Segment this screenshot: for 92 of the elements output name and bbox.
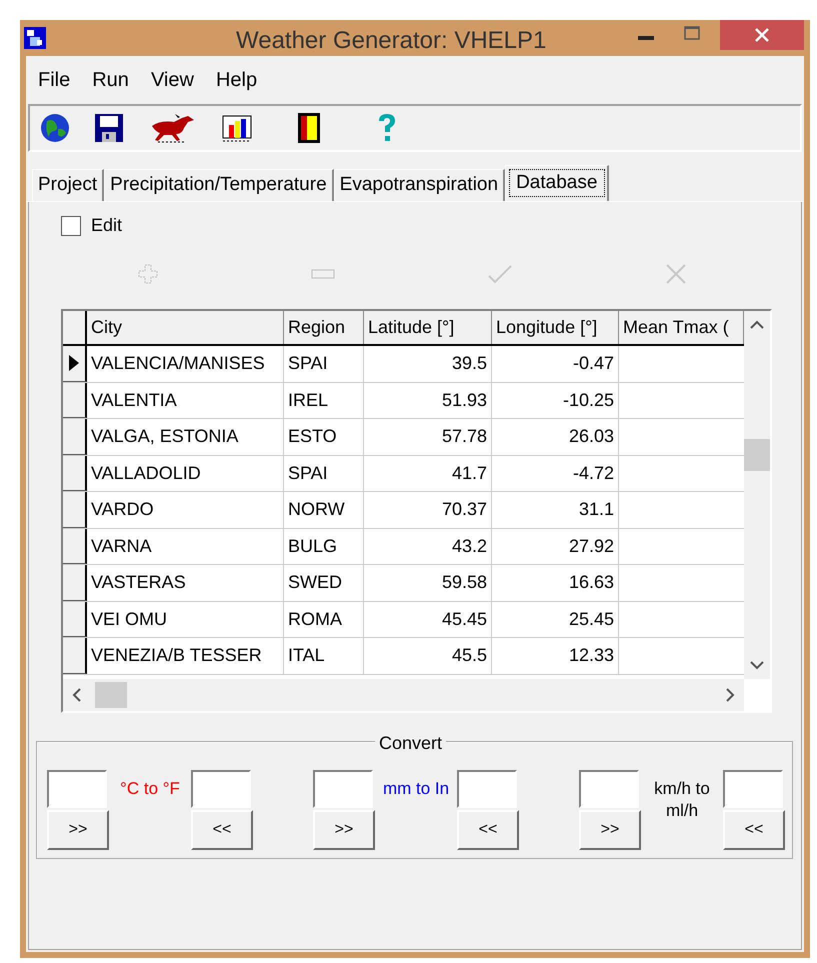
door-icon[interactable] xyxy=(298,113,320,143)
scroll-up-icon[interactable] xyxy=(750,319,764,329)
table-cell: VARNA xyxy=(87,528,284,564)
convert-forward-button[interactable]: >> xyxy=(579,810,641,850)
row-indicator[interactable] xyxy=(63,346,87,382)
table-cell: -10.25 xyxy=(492,382,619,418)
tab[interactable]: Precipitation/Temperature xyxy=(104,169,334,201)
row-indicator[interactable] xyxy=(63,638,87,674)
table-cell: ROMA xyxy=(284,602,364,637)
edit-checkbox[interactable] xyxy=(61,216,81,236)
table-cell: SWED xyxy=(284,565,364,600)
table-cell: VALGA, ESTONIA xyxy=(87,419,284,454)
close-icon xyxy=(754,27,770,43)
check-icon[interactable] xyxy=(487,264,513,284)
column-header[interactable]: Latitude [°] xyxy=(364,311,492,344)
menu-item[interactable]: File xyxy=(38,65,70,95)
value-field[interactable] xyxy=(579,770,639,808)
row-indicator[interactable] xyxy=(63,492,87,528)
checkbox-label: Edit xyxy=(91,214,122,237)
menu-item[interactable]: View xyxy=(150,65,194,95)
table-cell: SPAI xyxy=(284,346,364,382)
value-field[interactable] xyxy=(723,770,783,808)
convert-back-button[interactable]: << xyxy=(723,810,785,850)
convert-back-button[interactable]: << xyxy=(457,810,519,850)
window-title: Weather Generator: VHELP1 xyxy=(236,26,546,56)
menu-item[interactable]: Run xyxy=(92,65,129,95)
table-cell: 45.5 xyxy=(364,638,492,674)
table-cell: -4.72 xyxy=(492,456,619,491)
column-header[interactable]: City xyxy=(87,311,284,344)
table-cell: 43.2 xyxy=(364,528,492,564)
value-field[interactable] xyxy=(313,770,373,808)
scrollbar-thumb[interactable] xyxy=(744,439,770,471)
table-cell: 57.78 xyxy=(364,419,492,454)
table-cell: VALLADOLID xyxy=(87,456,284,491)
bar-chart-icon[interactable] xyxy=(221,113,253,143)
row-indicator[interactable] xyxy=(63,382,87,418)
scrollbar-thumb[interactable] xyxy=(95,682,127,708)
scroll-right-icon[interactable] xyxy=(726,688,736,702)
table-cell: VENEZIA/B TESSER xyxy=(87,638,284,674)
row-indicator[interactable] xyxy=(63,456,87,491)
convert-forward-button[interactable]: >> xyxy=(47,810,109,850)
conversion-label: mm to In xyxy=(382,778,450,800)
globe-icon[interactable] xyxy=(40,113,70,143)
tab[interactable]: Project xyxy=(32,169,104,201)
table-cell: 12.33 xyxy=(492,638,619,674)
table-cell: 16.63 xyxy=(492,565,619,600)
table-cell: IREL xyxy=(284,382,364,418)
menu-item[interactable]: Help xyxy=(216,65,258,95)
table-cell: VALENTIA xyxy=(87,382,284,418)
value-field[interactable] xyxy=(191,770,251,808)
table-cell: VALENCIA/MANISES xyxy=(87,346,284,382)
table-cell: -0.47 xyxy=(492,346,619,382)
table-cell: ESTO xyxy=(284,419,364,454)
close-button[interactable] xyxy=(720,20,804,50)
table-cell: 39.5 xyxy=(364,346,492,382)
scroll-left-icon[interactable] xyxy=(71,688,81,702)
app-icon xyxy=(24,27,46,49)
row-indicator[interactable] xyxy=(63,528,87,564)
table-cell: 45.45 xyxy=(364,602,492,637)
table-cell: NORW xyxy=(284,492,364,528)
tab[interactable]: Database xyxy=(505,165,610,201)
column-header[interactable]: Region xyxy=(284,311,364,344)
save-icon[interactable] xyxy=(95,114,123,142)
horizontal-scrollbar[interactable] xyxy=(63,679,744,711)
conversion-label: °C to °F xyxy=(119,778,181,800)
table-cell: 31.1 xyxy=(492,492,619,528)
table-cell: 41.7 xyxy=(364,456,492,491)
table-cell: 51.93 xyxy=(364,382,492,418)
table-cell: BULG xyxy=(284,528,364,564)
table-cell: VEI OMU xyxy=(87,602,284,637)
row-indicator[interactable] xyxy=(63,419,87,454)
table-cell: 26.03 xyxy=(492,419,619,454)
column-header[interactable]: Longitude [°] xyxy=(492,311,619,344)
table-cell: SPAI xyxy=(284,456,364,491)
convert-back-button[interactable]: << xyxy=(191,810,253,850)
table-cell: 59.58 xyxy=(364,565,492,600)
value-field[interactable] xyxy=(457,770,517,808)
table-cell: 70.37 xyxy=(364,492,492,528)
table-cell: ITAL xyxy=(284,638,364,674)
value-field[interactable] xyxy=(47,770,107,808)
table-cell: 25.45 xyxy=(492,602,619,637)
conversion-label: km/h to ml/h xyxy=(653,778,711,822)
tab[interactable]: Evapotranspiration xyxy=(334,169,506,201)
row-indicator[interactable] xyxy=(63,602,87,637)
table-cell: 27.92 xyxy=(492,528,619,564)
maximize-icon[interactable] xyxy=(684,26,700,40)
scroll-down-icon[interactable] xyxy=(750,661,764,671)
table-cell: VARDO xyxy=(87,492,284,528)
vertical-scrollbar[interactable] xyxy=(744,311,770,679)
row-indicator[interactable] xyxy=(63,565,87,600)
table-cell: VASTERAS xyxy=(87,565,284,600)
convert-forward-button[interactable]: >> xyxy=(313,810,375,850)
